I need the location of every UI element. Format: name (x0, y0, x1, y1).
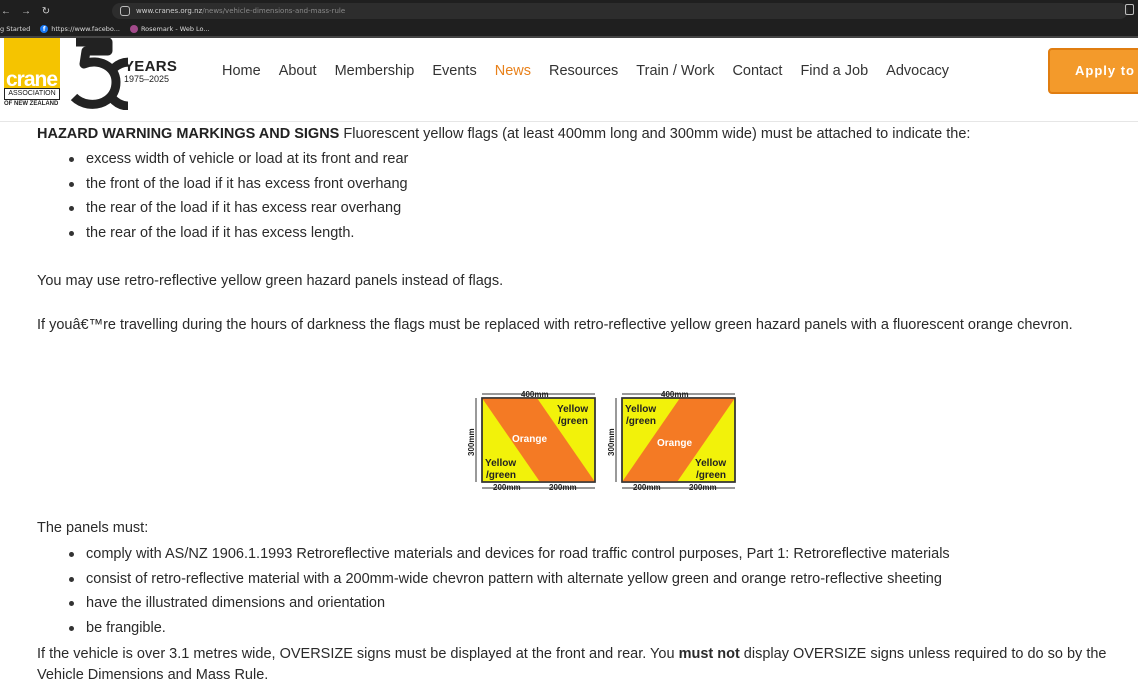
bookmark-rosemark[interactable]: Rosemark - Web Lo... (129, 25, 210, 33)
facebook-icon: f (40, 25, 49, 33)
nav-membership[interactable]: Membership (335, 63, 415, 79)
nav-contact[interactable]: Contact (732, 63, 782, 79)
list-item: the rear of the load if it has excess le… (67, 223, 408, 248)
panel-right-width-label: 400mm (661, 390, 689, 399)
site-info-icon[interactable] (120, 6, 130, 16)
hazard-panel-diagram: Orange Yellow /green Yellow /green 400mm… (467, 390, 736, 492)
browser-nav-buttons: ← → ↻ (0, 3, 52, 19)
back-icon[interactable]: ← (0, 6, 12, 17)
reload-icon[interactable]: ↻ (40, 6, 52, 17)
logo-range-text: 1975–2025 (124, 74, 170, 84)
nav-home[interactable]: Home (222, 63, 261, 79)
panel-right-height-label: 300mm (607, 428, 616, 456)
page-action-icon[interactable] (1125, 4, 1134, 15)
panel-left-half-label-2: 200mm (549, 483, 577, 492)
panel-right-yellow-label-2: Yellow (695, 458, 726, 469)
logo-fifty-icon (70, 38, 128, 110)
forward-icon[interactable]: → (20, 6, 32, 17)
list-item: the rear of the load if it has excess re… (67, 198, 408, 223)
panel-left-green-label: /green (558, 416, 588, 427)
address-bar[interactable]: www.cranes.org.nz/news/vehicle-dimension… (112, 3, 1128, 19)
site-header: crane ASSOCIATION OF NEW ZEALAND YEARS 1… (0, 38, 1138, 122)
nav-train-work[interactable]: Train / Work (636, 63, 714, 79)
url-text: www.cranes.org.nz/news/vehicle-dimension… (136, 7, 346, 15)
panel-right-yellow-label: Yellow (625, 404, 656, 415)
oversize-text-1: If the vehicle is over 3.1 metres wide, … (37, 646, 679, 662)
bookmark-facebook[interactable]: f https://www.facebo... (40, 25, 120, 33)
list-item: have the illustrated dimensions and orie… (67, 593, 950, 618)
oversize-emphasis: must not (678, 646, 740, 662)
panel-left-yellow-label-2: Yellow (485, 458, 516, 469)
panel-left: Orange Yellow /green Yellow /green 400mm… (467, 390, 596, 492)
apply-button[interactable]: Apply to (1048, 48, 1138, 94)
hazard-heading: HAZARD WARNING MARKINGS AND SIGNS (37, 126, 340, 142)
list-item: the front of the load if it has excess f… (67, 174, 408, 199)
browser-chrome: ← → ↻ www.cranes.org.nz/news/vehicle-dim… (0, 0, 1138, 38)
hazard-paragraph: HAZARD WARNING MARKINGS AND SIGNS Fluore… (37, 124, 970, 144)
nav-events[interactable]: Events (432, 63, 476, 79)
panel-left-half-label-1: 200mm (493, 483, 521, 492)
list-item: excess width of vehicle or load at its f… (67, 149, 408, 174)
panels-intro: The panels must: (37, 520, 149, 536)
nav-resources[interactable]: Resources (549, 63, 618, 79)
hazard-text: Fluorescent yellow flags (at least 400mm… (339, 126, 971, 142)
oversize-paragraph: If the vehicle is over 3.1 metres wide, … (37, 644, 1132, 686)
nav-advocacy[interactable]: Advocacy (886, 63, 949, 79)
bookmark-getting-started[interactable]: g Started (0, 25, 30, 33)
list-item: consist of retro-reflective material wit… (67, 569, 950, 594)
bookmarks-bar: g Started f https://www.facebo... Rosemar… (0, 23, 210, 35)
nav-about[interactable]: About (279, 63, 317, 79)
panel-left-yellow-label: Yellow (557, 404, 588, 415)
darkness-note: If youâ€™re travelling during the hours … (37, 317, 1073, 333)
logo-years-text: YEARS (124, 58, 178, 75)
retro-note: You may use retro-reflective yellow gree… (37, 273, 504, 289)
panel-right-green-label: /green (626, 416, 656, 427)
panel-right-green-label-2: /green (696, 470, 726, 481)
logo-country-text: OF NEW ZEALAND (4, 101, 59, 107)
panel-right: Orange Yellow /green Yellow /green 400mm… (607, 390, 736, 492)
nav-find-a-job[interactable]: Find a Job (800, 63, 868, 79)
panel-right-orange-label: Orange (657, 438, 692, 449)
panel-requirements-list: comply with AS/NZ 1906.1.1993 Retrorefle… (67, 544, 950, 643)
panel-left-height-label: 300mm (467, 428, 476, 456)
main-nav: Home About Membership Events News Resour… (222, 63, 949, 79)
rosemark-icon (129, 25, 138, 33)
site-logo[interactable]: crane ASSOCIATION OF NEW ZEALAND YEARS 1… (4, 38, 179, 110)
nav-news[interactable]: News (495, 63, 531, 79)
panel-left-width-label: 400mm (521, 390, 549, 399)
list-item: be frangible. (67, 618, 950, 643)
panel-left-green-label-2: /green (486, 470, 516, 481)
flag-list: excess width of vehicle or load at its f… (67, 149, 408, 248)
panel-right-half-label-2: 200mm (689, 483, 717, 492)
list-item: comply with AS/NZ 1906.1.1993 Retrorefle… (67, 544, 950, 569)
panel-left-orange-label: Orange (512, 434, 547, 445)
logo-association-text: ASSOCIATION (4, 88, 60, 100)
panel-right-half-label-1: 200mm (633, 483, 661, 492)
